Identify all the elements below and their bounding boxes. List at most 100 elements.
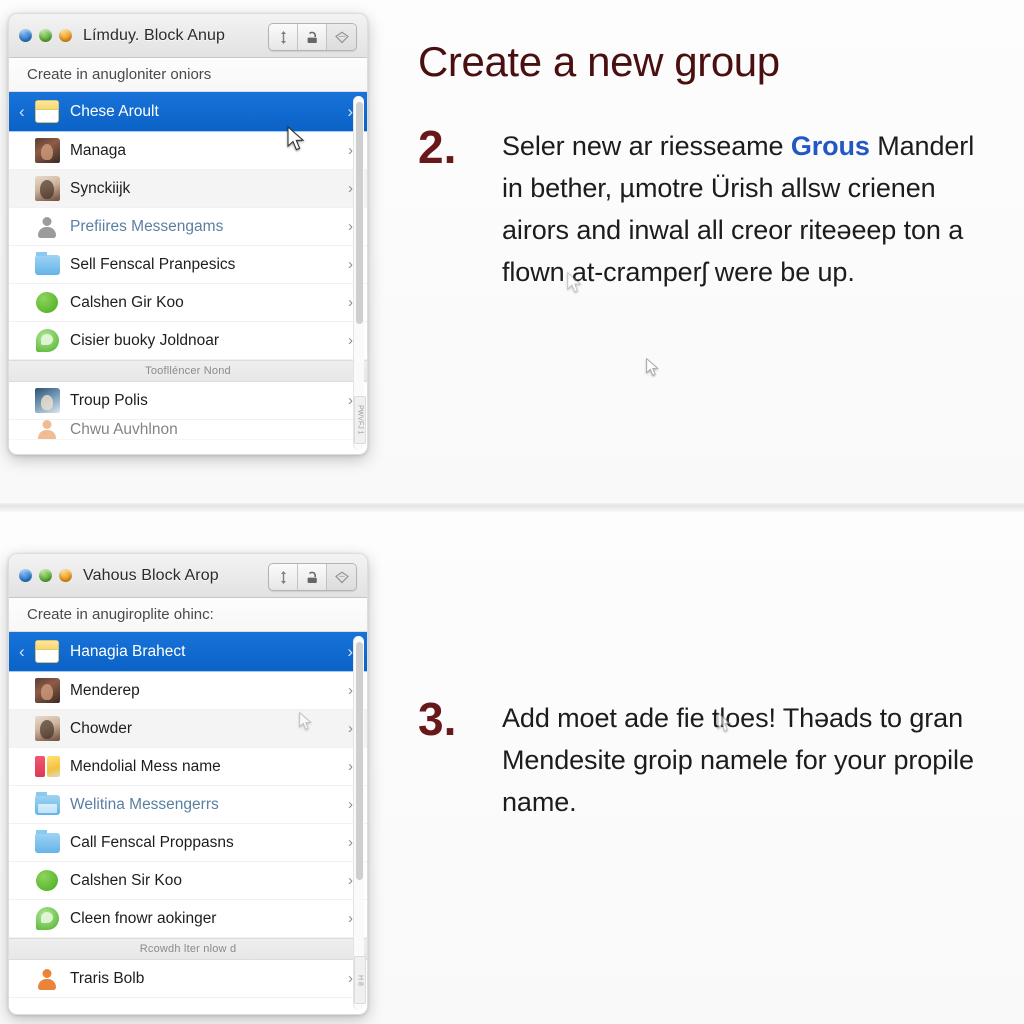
page-title: Create a new group — [418, 38, 780, 85]
list-item-label: Call Fenscal Proppasns — [70, 833, 234, 851]
list-item[interactable]: Calshen Gir Koo › — [9, 284, 367, 322]
maximize-button-dot[interactable] — [59, 569, 72, 582]
align-icon[interactable] — [269, 24, 298, 50]
note-icon — [34, 639, 60, 665]
list-item[interactable]: Cleen fnowr aokinger › — [9, 900, 367, 938]
edge-tab-label: PWVFJ 1 — [354, 396, 366, 444]
step-paragraph: Seler new ar riesseame Grous Manderl in … — [502, 126, 1002, 293]
person-orange-icon — [34, 420, 60, 439]
list-item[interactable]: Cisier buoky Joldnoar › — [9, 322, 367, 360]
item-list[interactable]: ‹ Hanagia Brahect › Menderep › Chowder › — [9, 632, 367, 1014]
scrollbar-thumb[interactable] — [356, 102, 363, 324]
photo-avatar-icon — [34, 138, 60, 164]
list-item-partial[interactable]: Chwu Auvhlnon — [9, 420, 367, 440]
list-item[interactable]: Sell Fenscal Pranpesics › — [9, 246, 367, 284]
step-2-block: 2. Seler new ar riesseame Grous Manderl … — [418, 121, 1018, 293]
gem-icon[interactable] — [327, 24, 356, 50]
green-blob-icon — [34, 290, 60, 316]
window-titlebar[interactable]: Vahous Block Arop — [9, 554, 367, 598]
folder-picture-icon — [34, 791, 60, 818]
breadcrumb[interactable]: Create in anugiroplite ohinc: — [9, 598, 367, 632]
window-titlebar[interactable]: Límduy. Block Anup — [9, 14, 367, 58]
note-icon — [34, 99, 60, 125]
list-item[interactable]: Traris Bolb › — [9, 960, 367, 998]
vertical-scrollbar[interactable] — [353, 636, 364, 1010]
list-item-label: Traris Bolb — [70, 969, 145, 987]
photo-avatar-icon — [34, 388, 60, 414]
list-section-header: Tooflléncer Nond — [9, 360, 367, 382]
list-item-label: Cisier buoky Joldnoar — [70, 331, 220, 349]
list-item-label: Cleen fnowr aokinger — [70, 909, 217, 927]
close-button-dot[interactable] — [19, 29, 32, 42]
list-item[interactable]: Mendolial Mess name › — [9, 748, 367, 786]
list-item-label: Hanagia Brahect — [70, 642, 186, 660]
chevron-left-icon[interactable]: ‹ — [19, 103, 32, 120]
list-item-label: Mendolial Mess name — [70, 757, 221, 775]
page-root: Límduy. Block Anup Create in anugloniter… — [0, 0, 1024, 1024]
stamp-icon[interactable] — [298, 24, 327, 50]
list-item[interactable]: Welitina Messengerrs › — [9, 786, 367, 824]
list-item-label: Prefiires Messengams — [70, 217, 224, 235]
traffic-lights[interactable] — [19, 569, 72, 582]
list-item[interactable]: Calshen Sir Koo › — [9, 862, 367, 900]
list-section-header: Rcowdh lter nlow d — [9, 938, 367, 960]
app-window-1[interactable]: Límduy. Block Anup Create in anugloniter… — [8, 13, 368, 455]
section-step-3: Vahous Block Arop Create in anugiroplite… — [0, 512, 1024, 1024]
traffic-lights[interactable] — [19, 29, 72, 42]
list-item-label: Chwu Auvhlnon — [70, 420, 178, 438]
list-item[interactable]: Troup Polis › — [9, 382, 367, 420]
list-item-label: Sell Fenscal Pranpesics — [70, 255, 236, 273]
list-item[interactable]: Managa › — [9, 132, 367, 170]
list-item-selected[interactable]: ‹ Hanagia Brahect › — [9, 632, 367, 672]
list-item-label: Troup Polis — [70, 391, 148, 409]
chat-bubble-icon — [34, 328, 60, 354]
window-title: Límduy. Block Anup — [83, 26, 226, 44]
list-item-label: Managa — [70, 141, 127, 159]
scrollbar-thumb[interactable] — [356, 642, 363, 880]
window-title: Vahous Block Arop — [83, 566, 219, 584]
close-button-dot[interactable] — [19, 569, 32, 582]
list-item[interactable]: Prefiires Messengams › — [9, 208, 367, 246]
list-item[interactable]: Menderep › — [9, 672, 367, 710]
minimize-button-dot[interactable] — [39, 569, 52, 582]
list-item-label: Synckiijk — [70, 179, 131, 197]
stamp-icon[interactable] — [298, 564, 327, 590]
step-text-part-1: Seler new ar riesseame — [502, 131, 791, 161]
list-item-label: Menderep — [70, 681, 140, 699]
list-item-label: Calshen Gir Koo — [70, 293, 184, 311]
step-3-content: 3. Add moet ade fie tloes! Thəads to gra… — [418, 693, 1018, 824]
folder-blue-icon — [34, 829, 60, 856]
list-item[interactable]: Synckiijk › — [9, 170, 367, 208]
mixed-tile-icon — [34, 754, 60, 780]
window-toolbar[interactable] — [268, 23, 357, 51]
green-blob-icon — [34, 868, 60, 894]
step-paragraph: Add moet ade fie tloes! Thəads to gran M… — [502, 703, 974, 817]
folder-blue-icon — [34, 251, 60, 278]
list-item-label: Calshen Sir Koo — [70, 871, 183, 889]
breadcrumb[interactable]: Create in anugloniter oniors — [9, 58, 367, 92]
maximize-button-dot[interactable] — [59, 29, 72, 42]
item-list[interactable]: ‹ Chese Aroult › Managa › Synckiijk › Pr… — [9, 92, 367, 454]
photo-avatar-icon — [34, 176, 60, 202]
step-2-content: Create a new group 2. Seler new ar riess… — [418, 38, 1018, 293]
window-toolbar[interactable] — [268, 563, 357, 591]
photo-avatar-icon — [34, 716, 60, 742]
app-window-2[interactable]: Vahous Block Arop Create in anugiroplite… — [8, 553, 368, 1015]
step-3-block: 3. Add moet ade fie tloes! Thəads to gra… — [418, 693, 1018, 824]
step-text-accent: Grous — [790, 131, 870, 161]
photo-avatar-icon — [34, 678, 60, 704]
list-item-label: Chese Aroult — [70, 102, 159, 120]
person-gray-icon — [34, 214, 60, 240]
list-item[interactable]: Call Fenscal Proppasns › — [9, 824, 367, 862]
list-item-selected[interactable]: ‹ Chese Aroult › — [9, 92, 367, 132]
align-icon[interactable] — [269, 564, 298, 590]
section-step-2: Límduy. Block Anup Create in anugloniter… — [0, 0, 1024, 506]
mouse-cursor-ghost — [646, 358, 659, 376]
list-item-label: Welitina Messengerrs — [70, 795, 219, 813]
chevron-left-icon[interactable]: ‹ — [19, 643, 32, 660]
gem-icon[interactable] — [327, 564, 356, 590]
step-number: 3. — [418, 693, 457, 745]
list-item[interactable]: Chowder › — [9, 710, 367, 748]
minimize-button-dot[interactable] — [39, 29, 52, 42]
step-number: 2. — [418, 121, 457, 173]
